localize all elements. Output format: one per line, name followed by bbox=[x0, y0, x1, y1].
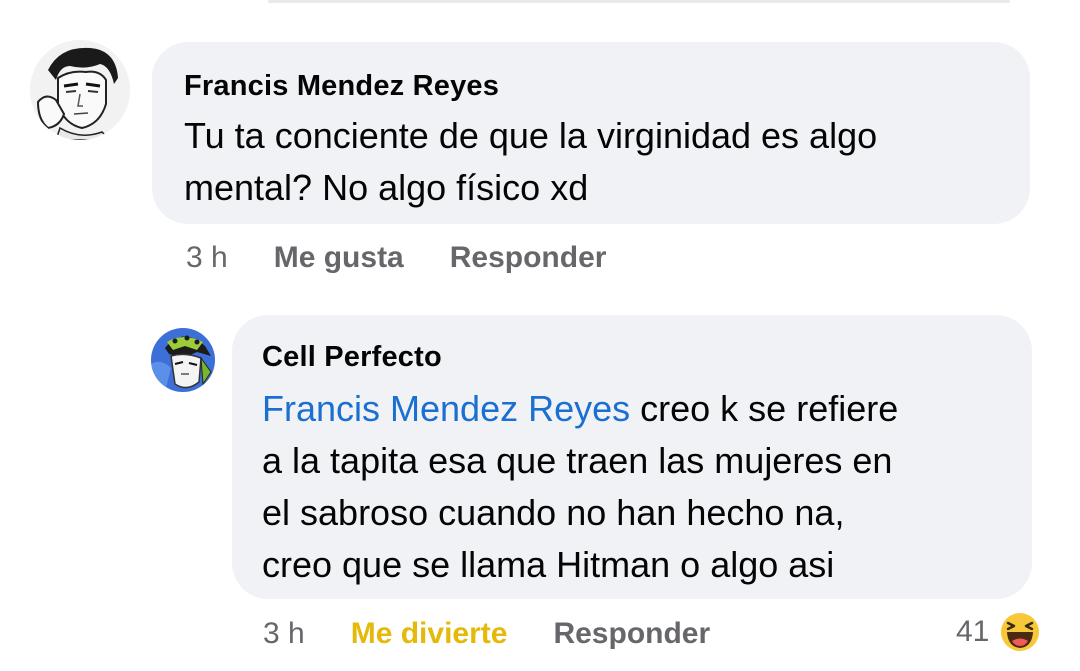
haha-reaction-button[interactable]: Me divierte bbox=[351, 617, 508, 651]
comments-thread: Francis Mendez Reyes Tu ta conciente de … bbox=[0, 0, 1080, 671]
like-button[interactable]: Me gusta bbox=[274, 241, 404, 275]
haha-emoji-icon bbox=[998, 610, 1043, 654]
comment-text-line: Tu ta conciente de que la virginidad es … bbox=[184, 115, 878, 156]
cell-character-avatar-icon bbox=[151, 328, 215, 392]
comment-actions: 3 h Me divierte Responder bbox=[263, 614, 756, 654]
comment-bubble: Francis Mendez Reyes Tu ta conciente de … bbox=[152, 42, 1030, 224]
reaction-count: 41 bbox=[956, 615, 990, 648]
comment-text: Tu ta conciente de que la virginidad es … bbox=[184, 110, 1000, 214]
reply-button[interactable]: Responder bbox=[553, 617, 710, 651]
avatar[interactable] bbox=[30, 40, 130, 140]
comment-bubble: Cell Perfecto Francis Mendez Reyes creo … bbox=[232, 315, 1032, 599]
comment-text-line: a la tapita esa que traen las mujeres en bbox=[262, 440, 893, 481]
anime-character-avatar-icon bbox=[30, 40, 130, 140]
comment-text-segment: creo k se refiere bbox=[630, 388, 899, 429]
avatar[interactable] bbox=[151, 328, 215, 392]
comment-text-line: mental? No algo físico xd bbox=[184, 167, 589, 208]
comment-actions: 3 h Me gusta Responder bbox=[186, 238, 652, 278]
comment-text: Francis Mendez Reyes creo k se refiere a… bbox=[262, 383, 1002, 591]
mention-link[interactable]: Francis Mendez Reyes bbox=[262, 388, 630, 429]
comment-text-line: el sabroso cuando no han hecho na, bbox=[262, 492, 845, 533]
reply-button[interactable]: Responder bbox=[450, 241, 607, 275]
divider bbox=[268, 0, 1010, 3]
comment-text-line: creo que se llama Hitman o algo asi bbox=[262, 544, 835, 585]
comment-author[interactable]: Francis Mendez Reyes bbox=[184, 68, 1000, 104]
comment-timestamp[interactable]: 3 h bbox=[186, 241, 228, 275]
comment-text-line: Francis Mendez Reyes creo k se refiere bbox=[262, 383, 1002, 435]
comment-author[interactable]: Cell Perfecto bbox=[262, 339, 1002, 375]
comment-timestamp[interactable]: 3 h bbox=[263, 617, 305, 651]
reaction-summary[interactable]: 41 bbox=[956, 608, 1043, 656]
